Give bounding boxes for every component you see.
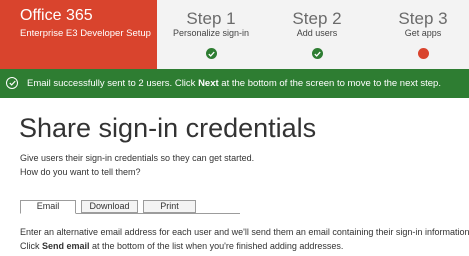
brand-panel: Office 365 Enterprise E3 Developer Setup <box>0 0 157 69</box>
page-title: Share sign-in credentials <box>19 113 317 143</box>
banner-text-next: Next <box>198 78 219 89</box>
step-3-label: Get apps <box>404 28 442 38</box>
instruction-text-end: at the bottom of the list when you're fi… <box>89 241 344 251</box>
tab-download[interactable]: Download <box>81 200 138 213</box>
plan-name: Enterprise E3 Developer Setup <box>20 28 151 39</box>
red-dot-icon <box>417 48 429 59</box>
banner-text-end: at the bottom of the screen to move to t… <box>218 78 441 89</box>
step-1[interactable]: Step 1 Personalize sign-in <box>156 0 266 69</box>
success-check-icon <box>6 77 18 89</box>
instruction-text: Enter an alternative email address for e… <box>20 227 469 237</box>
checkmark-icon <box>311 48 323 59</box>
tab-email[interactable]: Email <box>20 200 76 214</box>
send-email-instruction: Click Send email at the bottom of the li… <box>20 241 343 252</box>
step-1-label: Personalize sign-in <box>172 28 250 38</box>
setup-header: Office 365 Enterprise E3 Developer Setup… <box>0 0 469 69</box>
step-2-number: Step 2 <box>292 9 342 28</box>
step-2-label: Add users <box>296 28 338 38</box>
question-text: How do you want to tell them? <box>20 167 141 177</box>
banner-text-start: Email successfully sent to 2 users. Clic… <box>27 78 199 89</box>
instruction-text-send-email: Send email <box>42 241 90 251</box>
instruction-text-start: Click <box>20 241 42 251</box>
step-3[interactable]: Step 3 Get apps <box>368 0 469 69</box>
success-banner: Email successfully sent to 2 users. Clic… <box>0 69 469 98</box>
intro-text: Give users their sign-in credentials so … <box>20 153 255 163</box>
step-3-number: Step 3 <box>398 9 448 28</box>
checkmark-icon <box>205 48 217 59</box>
step-1-number: Step 1 <box>186 9 236 28</box>
product-name: Office 365 <box>20 7 93 24</box>
banner-text: Email successfully sent to 2 users. Clic… <box>27 78 441 89</box>
step-2[interactable]: Step 2 Add users <box>262 0 372 69</box>
tab-print[interactable]: Print <box>143 200 196 213</box>
